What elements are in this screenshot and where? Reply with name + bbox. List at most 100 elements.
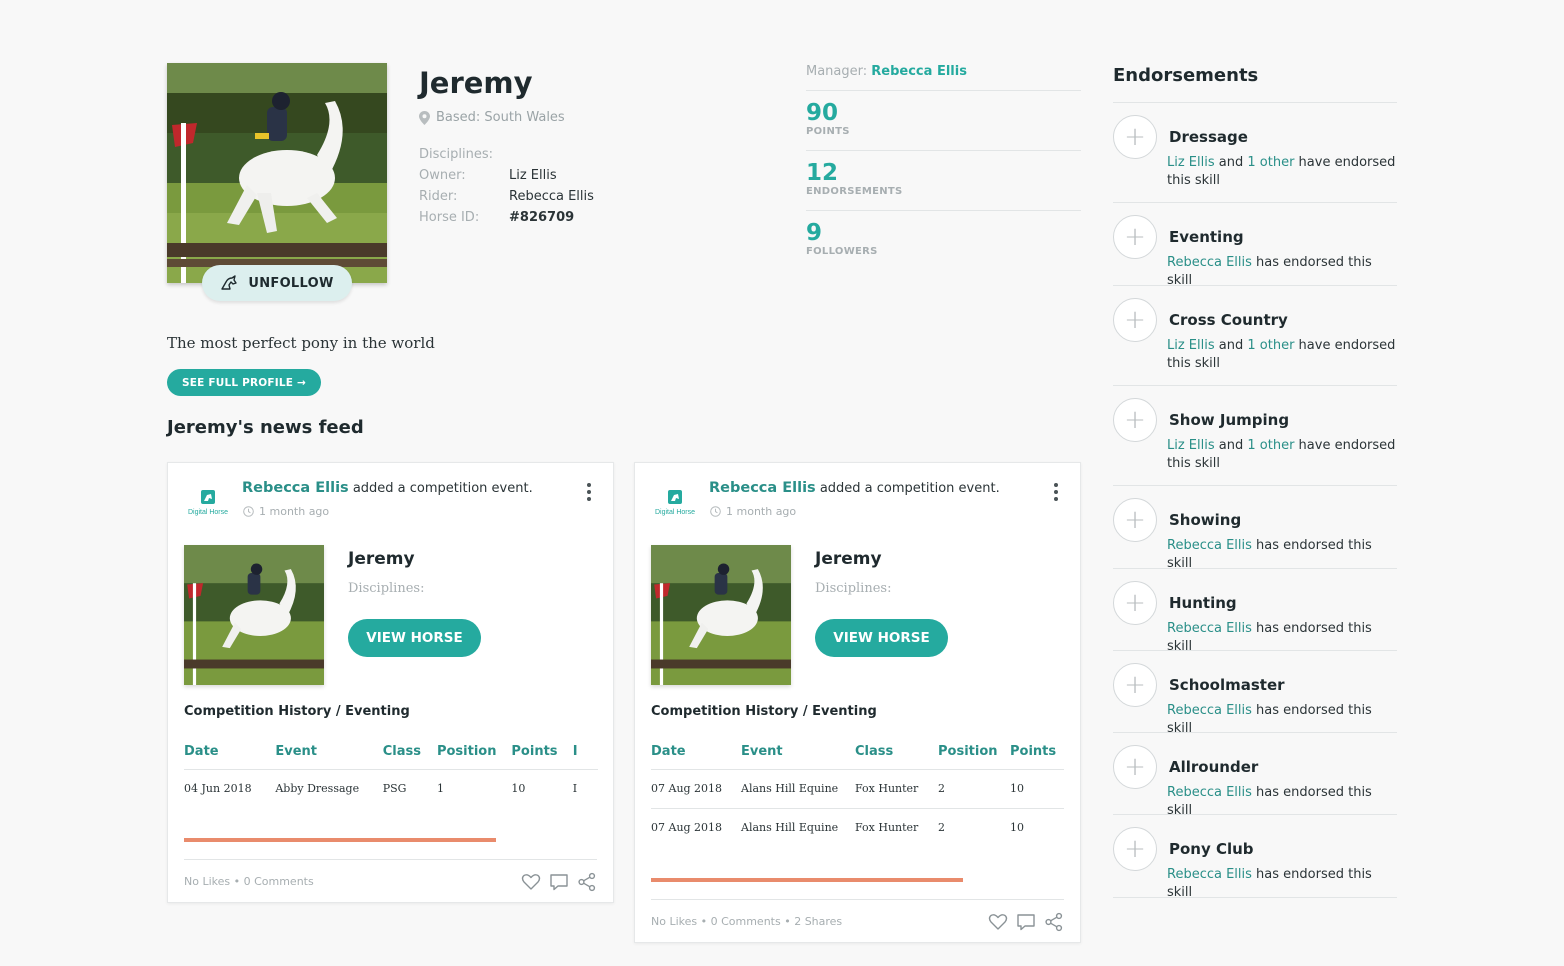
digital-horse-logo: Digital Horse	[188, 490, 228, 516]
feed-card: Digital Horse Rebecca Ellis added a comp…	[167, 462, 614, 903]
like-icon[interactable]	[988, 912, 1008, 932]
post-action: added a competition event.	[352, 481, 533, 496]
poster-link[interactable]: Rebecca Ellis	[242, 480, 349, 496]
endorse-plus-icon[interactable]: +	[1113, 398, 1157, 442]
endorse-plus-icon[interactable]: +	[1113, 745, 1157, 789]
view-horse-button[interactable]: VIEW HORSE	[348, 619, 481, 657]
view-horse-button[interactable]: VIEW HORSE	[815, 619, 948, 657]
endorser-link[interactable]: Liz Ellis	[1167, 155, 1215, 170]
endorsements-title: Endorsements	[1113, 65, 1259, 86]
owner-label: Owner:	[419, 168, 466, 183]
skill-dressage: + Dressage Liz Ellis and 1 other have en…	[1113, 103, 1397, 203]
card-disciplines: Disciplines:	[815, 581, 892, 596]
endorse-plus-icon[interactable]: +	[1113, 581, 1157, 625]
endorser-link[interactable]: Rebecca Ellis	[1167, 785, 1252, 800]
horse-name: Jeremy	[419, 66, 533, 100]
unfollow-horse-icon	[221, 275, 238, 290]
rider-label: Rider:	[419, 189, 458, 204]
more-options-icon[interactable]	[585, 483, 593, 501]
endorse-plus-icon[interactable]: +	[1113, 298, 1157, 342]
other-endorsers-link[interactable]: 1 other	[1247, 338, 1294, 353]
skill-pony-club: + Pony Club Rebecca Ellis has endorsed t…	[1113, 815, 1397, 900]
skill-name: Schoolmaster	[1169, 676, 1285, 694]
clock-icon	[243, 506, 254, 517]
skill-hunting: + Hunting Rebecca Ellis has endorsed thi…	[1113, 569, 1397, 654]
comment-icon[interactable]	[549, 872, 569, 892]
card-footer: No Likes • 0 Comments • 2 Shares	[651, 899, 1064, 943]
endorse-plus-icon[interactable]: +	[1113, 215, 1157, 259]
endorser-link[interactable]: Rebecca Ellis	[1167, 621, 1252, 636]
feed-card: Digital Horse Rebecca Ellis added a comp…	[634, 462, 1081, 943]
stat-points: 90 POINTS	[806, 90, 1081, 150]
other-endorsers-link[interactable]: 1 other	[1247, 155, 1294, 170]
table-header-row: Date Event Class Position Points I	[184, 735, 598, 770]
cell-points: 10	[1010, 769, 1064, 809]
col-points: Points	[1010, 735, 1064, 770]
endorse-plus-icon[interactable]: +	[1113, 115, 1157, 159]
post-action: added a competition event.	[819, 481, 1000, 496]
skill-name: Showing	[1169, 511, 1242, 529]
cell-extra: I	[572, 769, 598, 807]
competition-history-title: Competition History / Eventing	[651, 704, 877, 719]
horse-thumbnail[interactable]	[651, 545, 791, 685]
share-icon[interactable]	[1044, 912, 1064, 932]
skill-schoolmaster: + Schoolmaster Rebecca Ellis has endorse…	[1113, 651, 1397, 736]
endorser-link[interactable]: Rebecca Ellis	[1167, 703, 1252, 718]
post-time-text: 1 month ago	[726, 505, 797, 518]
engagement-stats: No Likes • 0 Comments • 2 Shares	[651, 915, 843, 928]
skill-name: Eventing	[1169, 228, 1244, 246]
location-pin-icon	[419, 110, 430, 125]
share-icon[interactable]	[577, 872, 597, 892]
skill-eventing: + Eventing Rebecca Ellis has endorsed th…	[1113, 203, 1397, 288]
svg-text:Digital Horse: Digital Horse	[188, 509, 228, 516]
card-footer: No Likes • 0 Comments	[184, 859, 597, 903]
skill-name: Allrounder	[1169, 758, 1259, 776]
endorse-text: and	[1214, 338, 1248, 353]
endorser-link[interactable]: Liz Ellis	[1167, 338, 1215, 353]
endorse-plus-icon[interactable]: +	[1113, 827, 1157, 871]
see-full-profile-button[interactable]: SEE FULL PROFILE →	[167, 369, 321, 396]
skill-name: Dressage	[1169, 128, 1248, 146]
poster-link[interactable]: Rebecca Ellis	[709, 480, 816, 496]
comment-icon[interactable]	[1016, 912, 1036, 932]
table-scrollbar[interactable]	[651, 878, 963, 882]
skill-name: Show Jumping	[1169, 411, 1290, 429]
stat-value: 9	[806, 220, 823, 246]
horse-bio: The most perfect pony in the world	[167, 334, 435, 352]
endorser-link[interactable]: Liz Ellis	[1167, 438, 1215, 453]
skill-cross-country: + Cross Country Liz Ellis and 1 other ha…	[1113, 286, 1397, 386]
stat-followers: 9 FOLLOWERS	[806, 210, 1081, 270]
skill-name: Pony Club	[1169, 840, 1254, 858]
card-disciplines: Disciplines:	[348, 581, 425, 596]
engagement-stats: No Likes • 0 Comments	[184, 875, 314, 888]
col-position: Position	[436, 735, 512, 770]
col-position: Position	[938, 735, 1010, 770]
cell-event: Alans Hill Equine	[741, 769, 855, 809]
horse-details: Disciplines: Owner: Liz Ellis Rider: Rebec…	[419, 144, 594, 228]
history-table-wrap[interactable]: Date Event Class Position Points 07 Aug …	[651, 735, 1065, 847]
digital-horse-logo: Digital Horse	[655, 490, 695, 516]
table-row: 07 Aug 2018 Alans Hill Equine Fox Hunter…	[651, 808, 1064, 847]
endorse-text: and	[1214, 438, 1248, 453]
post-time-text: 1 month ago	[259, 505, 330, 518]
manager-link[interactable]: Rebecca Ellis	[871, 64, 967, 79]
cell-event: Abby Dressage	[275, 769, 383, 807]
col-points: Points	[511, 735, 573, 770]
table-scrollbar[interactable]	[184, 838, 496, 842]
endorser-link[interactable]: Rebecca Ellis	[1167, 255, 1252, 270]
cell-position: 1	[436, 769, 512, 807]
horse-thumbnail[interactable]	[184, 545, 324, 685]
other-endorsers-link[interactable]: 1 other	[1247, 438, 1294, 453]
more-options-icon[interactable]	[1052, 483, 1060, 501]
unfollow-button[interactable]: UNFOLLOW	[202, 265, 352, 301]
skill-showing: + Showing Rebecca Ellis has endorsed thi…	[1113, 486, 1397, 571]
endorse-plus-icon[interactable]: +	[1113, 498, 1157, 542]
horse-id-label: Horse ID:	[419, 210, 480, 225]
endorser-link[interactable]: Rebecca Ellis	[1167, 867, 1252, 882]
manager: Manager: Rebecca Ellis	[806, 64, 967, 79]
like-icon[interactable]	[521, 872, 541, 892]
endorser-link[interactable]: Rebecca Ellis	[1167, 538, 1252, 553]
endorse-plus-icon[interactable]: +	[1113, 663, 1157, 707]
news-feed-title: Jeremy's news feed	[167, 417, 364, 438]
history-table-wrap[interactable]: Date Event Class Position Points I 04 Ju…	[184, 735, 598, 807]
